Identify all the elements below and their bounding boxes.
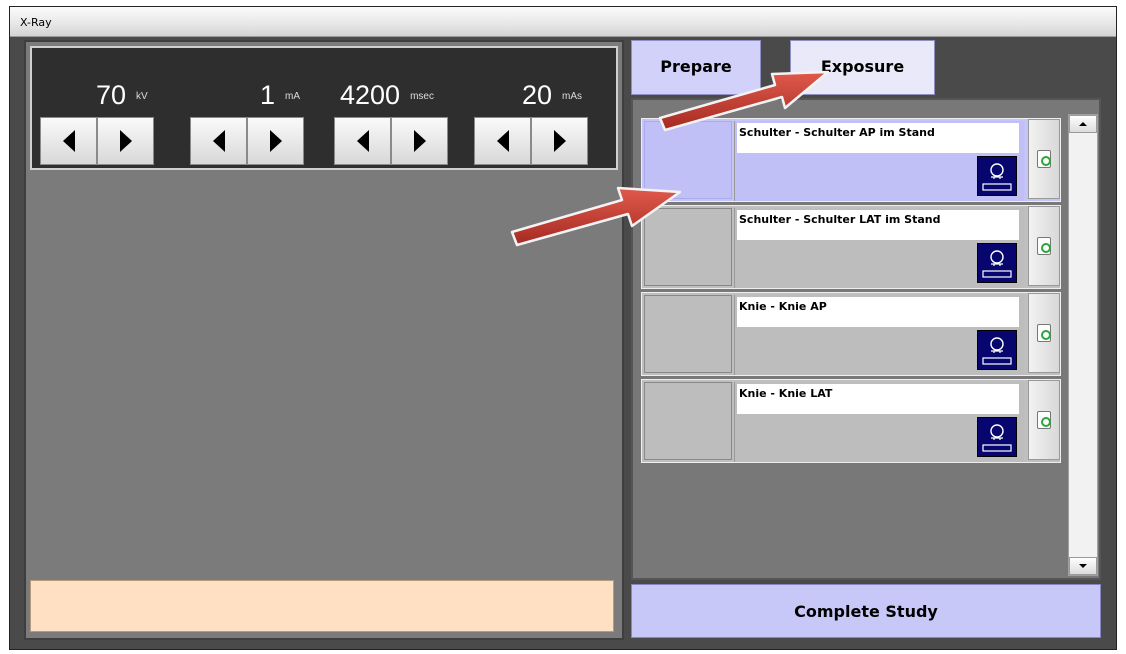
ma-value: 1 [260, 80, 276, 110]
ma-unit: mA [285, 91, 301, 103]
delete-study-button[interactable] [1028, 119, 1060, 199]
mas-increase-button[interactable] [531, 117, 588, 165]
study-name: Knie - Knie AP [737, 297, 1019, 327]
left-triangle-icon [62, 130, 75, 152]
recycle-bin-icon [1037, 324, 1051, 342]
title-bar: X-Ray [10, 7, 1116, 37]
left-triangle-icon [496, 130, 509, 152]
kv-parameter: 70 kV [40, 60, 160, 165]
mas-value: 20 [522, 80, 553, 110]
study-row[interactable]: Schulter - Schulter LAT im Stand [641, 205, 1061, 289]
window-title: X-Ray [20, 16, 52, 29]
recycle-bin-icon [1037, 150, 1051, 168]
status-message-box [30, 580, 614, 632]
kv-decrease-button[interactable] [40, 117, 97, 165]
msec-parameter: 4200 msec [334, 60, 454, 165]
study-list-panel: Schulter - Schulter AP im Stand Schulter… [631, 98, 1101, 580]
parameter-bar: 70 kV 1 mA 4200 msec 20 mAs [30, 46, 618, 170]
kv-increase-button[interactable] [97, 117, 154, 165]
delete-study-button[interactable] [1028, 380, 1060, 460]
study-thumbnail [644, 382, 732, 460]
study-row[interactable]: Knie - Knie LAT [641, 379, 1061, 463]
study-thumbnail [644, 208, 732, 286]
left-triangle-icon [356, 130, 369, 152]
study-row[interactable]: Knie - Knie AP [641, 292, 1061, 376]
scroll-down-button[interactable] [1069, 557, 1097, 575]
left-triangle-icon [212, 130, 225, 152]
chevron-down-icon [1079, 564, 1087, 568]
ma-increase-button[interactable] [247, 117, 304, 165]
study-row[interactable]: Schulter - Schulter AP im Stand [641, 118, 1061, 202]
mas-parameter: 20 mAs [474, 60, 598, 165]
recycle-bin-icon [1037, 411, 1051, 429]
recycle-bin-icon [1037, 237, 1051, 255]
msec-unit: msec [410, 91, 434, 103]
study-list: Schulter - Schulter AP im Stand Schulter… [641, 110, 1061, 577]
study-thumbnail [644, 295, 732, 373]
mas-unit: mAs [562, 91, 583, 103]
study-name: Knie - Knie LAT [737, 384, 1019, 414]
kv-value: 70 [96, 80, 127, 110]
ma-parameter: 1 mA [190, 60, 310, 165]
patient-position-icon [977, 243, 1017, 283]
tab-exposure[interactable]: Exposure [790, 40, 935, 95]
patient-position-icon [977, 330, 1017, 370]
study-name: Schulter - Schulter AP im Stand [737, 123, 1019, 153]
msec-value: 4200 [340, 80, 401, 110]
msec-decrease-button[interactable] [334, 117, 391, 165]
right-triangle-icon [413, 130, 426, 152]
delete-study-button[interactable] [1028, 293, 1060, 373]
tab-prepare[interactable]: Prepare [631, 40, 761, 95]
kv-unit: kV [136, 91, 148, 103]
ma-decrease-button[interactable] [190, 117, 247, 165]
scroll-up-button[interactable] [1069, 115, 1097, 133]
mas-decrease-button[interactable] [474, 117, 531, 165]
right-triangle-icon [553, 130, 566, 152]
patient-position-icon [977, 417, 1017, 457]
chevron-up-icon [1079, 122, 1087, 126]
study-list-scrollbar[interactable] [1068, 114, 1098, 576]
delete-study-button[interactable] [1028, 206, 1060, 286]
study-thumbnail [644, 121, 732, 199]
complete-study-button[interactable]: Complete Study [631, 584, 1101, 638]
study-name: Schulter - Schulter LAT im Stand [737, 210, 1019, 240]
right-triangle-icon [269, 130, 282, 152]
exposure-parameters-panel: 70 kV 1 mA 4200 msec 20 mAs [24, 40, 624, 640]
patient-position-icon [977, 156, 1017, 196]
right-triangle-icon [119, 130, 132, 152]
msec-increase-button[interactable] [391, 117, 448, 165]
